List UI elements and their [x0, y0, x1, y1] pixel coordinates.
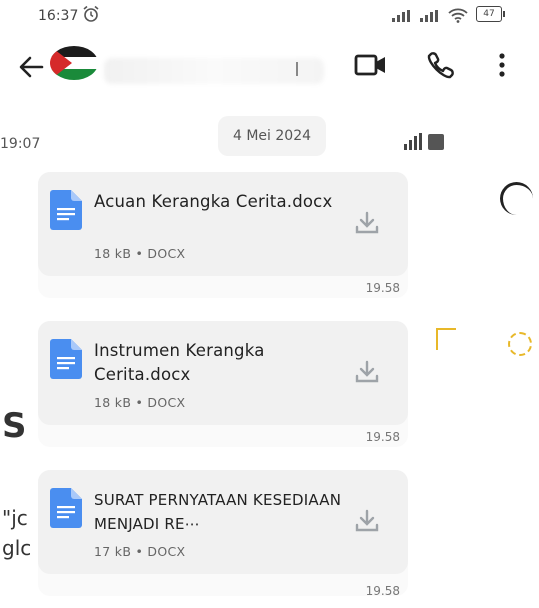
document-icon — [50, 488, 82, 528]
contact-avatar[interactable] — [50, 46, 98, 80]
contact-name-redacted[interactable] — [104, 58, 324, 84]
message-time: 19.58 — [365, 281, 400, 295]
signal-icon — [420, 10, 438, 22]
file-meta: 18 kB • DOCX — [94, 395, 186, 410]
file-attachment[interactable]: Acuan Kerangka Cerita.docx 18 kB • DOCX — [38, 172, 408, 276]
message-bubble: Acuan Kerangka Cerita.docx 18 kB • DOCX … — [38, 172, 408, 298]
chat-area[interactable]: 19:07 S "jc glс 4 Mei 2024 Acuan Kerangk… — [0, 106, 539, 608]
file-name: Acuan Kerangka Cerita.docx — [94, 192, 333, 211]
document-icon — [50, 339, 82, 379]
document-icon — [50, 190, 82, 230]
file-name: SURAT PERNYATAAN KESEDIAAN MENJADI RE⋯ — [94, 491, 342, 533]
bg-line-2: glс — [2, 536, 32, 560]
bg-line-1: "jc — [2, 506, 28, 530]
file-meta: 17 kB • DOCX — [94, 544, 186, 559]
share-icon — [436, 328, 456, 350]
chat-header — [0, 38, 539, 102]
battery-icon: 47 — [476, 6, 505, 22]
emoji-icon — [508, 332, 532, 356]
bg-heading: S — [2, 406, 27, 446]
message-time: 19.58 — [365, 584, 400, 598]
wifi-icon — [448, 8, 468, 23]
download-icon[interactable] — [354, 359, 380, 385]
status-bar: 16:37 47 — [0, 0, 539, 30]
download-icon[interactable] — [354, 210, 380, 236]
bg-time: 19:07 — [0, 136, 41, 152]
bg-arc — [500, 182, 533, 215]
more-options-icon[interactable] — [492, 50, 512, 80]
file-meta: 18 kB • DOCX — [94, 246, 186, 261]
alarm-icon — [83, 5, 99, 22]
file-attachment[interactable]: SURAT PERNYATAAN KESEDIAAN MENJADI RE⋯ 1… — [38, 470, 408, 574]
back-arrow-icon[interactable] — [16, 52, 46, 82]
signal-icon — [392, 10, 410, 22]
phone-call-icon[interactable] — [426, 50, 456, 80]
message-bubble: SURAT PERNYATAAN KESEDIAAN MENJADI RE⋯ 1… — [38, 470, 408, 598]
download-icon[interactable] — [354, 508, 380, 534]
file-name: Instrumen Kerangka Cerita.docx — [94, 341, 265, 384]
video-call-icon[interactable] — [354, 50, 388, 80]
status-time: 16:37 — [38, 8, 79, 24]
file-attachment[interactable]: Instrumen Kerangka Cerita.docx 18 kB • D… — [38, 321, 408, 425]
message-time: 19.58 — [365, 430, 400, 444]
message-bubble: Instrumen Kerangka Cerita.docx 18 kB • D… — [38, 321, 408, 447]
date-chip: 4 Mei 2024 — [218, 116, 326, 156]
bg-status-icons — [404, 133, 444, 150]
